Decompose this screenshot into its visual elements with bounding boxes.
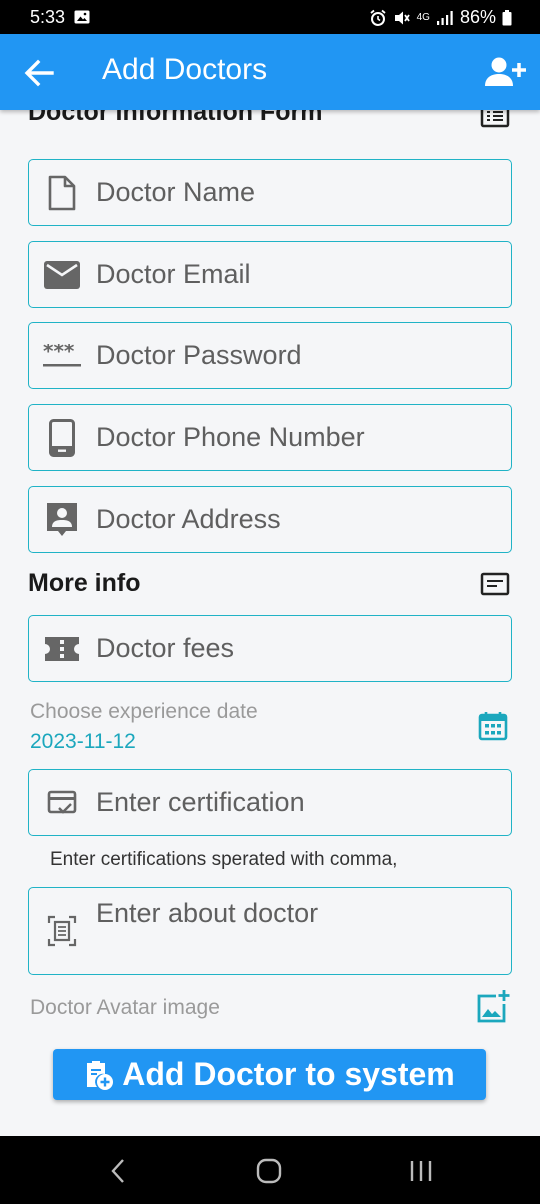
doctor-phone-placeholder: Doctor Phone Number (96, 422, 365, 452)
document-icon (43, 174, 81, 212)
calendar-icon[interactable] (478, 711, 508, 741)
network-type: 4G (416, 11, 430, 23)
image-notification-icon (74, 10, 90, 24)
form-section-title: Doctor Information Form (28, 110, 323, 126)
contact-icon (43, 501, 81, 539)
doctor-fees-placeholder: Doctor fees (96, 633, 235, 663)
person-add-icon[interactable] (484, 54, 526, 90)
phone-icon (43, 418, 81, 457)
doctor-password-placeholder: Doctor Password (96, 340, 302, 370)
nav-recents-icon[interactable] (408, 1158, 434, 1184)
doctor-name-field[interactable]: Doctor Name (28, 159, 512, 226)
app-bar: Add Doctors (0, 34, 540, 110)
experience-date-label: Choose experience date (30, 700, 258, 723)
doctor-email-placeholder: Doctor Email (96, 259, 251, 289)
document-scan-icon (43, 912, 81, 950)
signal-icon (436, 10, 453, 25)
doctor-email-field[interactable]: Doctor Email (28, 241, 512, 308)
doctor-address-field[interactable]: Doctor Address (28, 486, 512, 553)
mail-icon (43, 256, 81, 294)
doctor-address-placeholder: Doctor Address (96, 504, 281, 534)
avatar-image-label: Doctor Avatar image (30, 996, 220, 1019)
system-nav-bar (0, 1136, 540, 1204)
add-photo-icon[interactable] (476, 990, 510, 1024)
page-title: Add Doctors (102, 53, 268, 86)
about-doctor-placeholder: Enter about doctor (96, 898, 319, 928)
about-doctor-field[interactable]: Enter about doctor (28, 887, 512, 975)
mute-icon (394, 11, 410, 24)
status-time: 5:33 (30, 7, 66, 27)
add-doctor-button-label: Add Doctor to system (122, 1056, 455, 1092)
form-content[interactable]: Doctor Information Form Doctor Name Doct… (0, 110, 540, 1136)
doctor-fees-field[interactable]: Doctor fees (28, 615, 512, 682)
doctor-phone-field[interactable]: Doctor Phone Number (28, 404, 512, 471)
password-icon: *** (43, 337, 81, 375)
certification-placeholder: Enter certification (96, 787, 305, 817)
battery-icon (502, 9, 512, 25)
doctor-name-placeholder: Doctor Name (96, 177, 256, 207)
arrow-back-icon[interactable] (22, 56, 56, 90)
note-icon (480, 572, 510, 596)
status-bar: 5:33 4G 86% (0, 0, 540, 34)
list-icon (480, 110, 510, 128)
battery-percent: 86% (459, 7, 496, 27)
clipboard-add-icon (87, 1060, 114, 1090)
add-doctor-button[interactable]: Add Doctor to system (53, 1049, 486, 1100)
certification-field[interactable]: Enter certification (28, 769, 512, 836)
nav-home-icon[interactable] (256, 1158, 282, 1184)
alarm-icon (370, 9, 386, 26)
experience-date-value[interactable]: 2023-11-12 (30, 730, 136, 754)
card-check-icon (43, 784, 81, 822)
doctor-password-field[interactable]: *** Doctor Password (28, 322, 512, 389)
nav-back-icon[interactable] (108, 1158, 128, 1184)
certification-helper-text: Enter certifications sperated with comma… (50, 849, 398, 870)
svg-text:***: *** (43, 344, 75, 363)
more-info-title: More info (28, 569, 141, 597)
ticket-icon (43, 630, 81, 668)
